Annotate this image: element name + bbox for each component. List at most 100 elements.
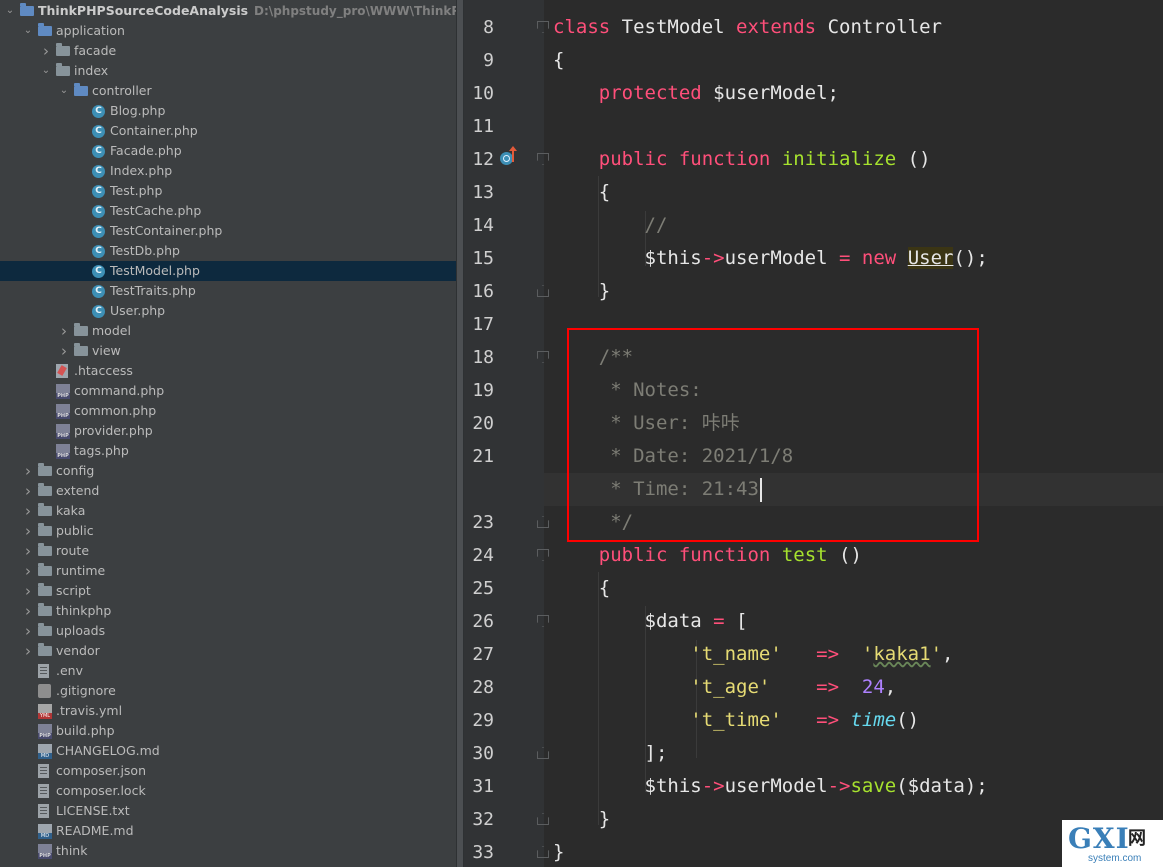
line-number: 14	[472, 215, 494, 236]
chevron-right-icon[interactable]: ›	[40, 41, 52, 61]
tree-file-item[interactable]: composer.json	[0, 761, 456, 781]
chevron-right-icon[interactable]: ›	[22, 641, 34, 661]
fold-open-icon[interactable]	[537, 615, 549, 627]
code-line[interactable]: }	[553, 275, 610, 308]
tree-folder-item[interactable]: › model	[0, 321, 456, 341]
code-line[interactable]: }	[553, 803, 610, 836]
fold-open-icon[interactable]	[537, 21, 549, 33]
up-arrow-icon[interactable]	[509, 146, 517, 162]
tree-folder-item[interactable]: › extend	[0, 481, 456, 501]
tree-file-item[interactable]: common.php	[0, 401, 456, 421]
chevron-right-icon[interactable]: ›	[22, 601, 34, 621]
chevron-right-icon[interactable]: ›	[22, 621, 34, 641]
line-number: 21	[472, 446, 494, 467]
tree-folder-item[interactable]: › route	[0, 541, 456, 561]
tree-folder-item[interactable]: ⌄ application	[0, 21, 456, 41]
tree-folder-item[interactable]: › thinkphp	[0, 601, 456, 621]
tree-file-item[interactable]: think	[0, 841, 456, 861]
chevron-down-icon[interactable]: ⌄	[40, 61, 52, 81]
tree-file-item[interactable]: C TestContainer.php	[0, 221, 456, 241]
tree-folder-item[interactable]: › kaka	[0, 501, 456, 521]
code-line[interactable]: public function initialize ()	[553, 143, 931, 176]
chevron-right-icon[interactable]: ›	[58, 341, 70, 361]
chevron-right-icon[interactable]: ›	[22, 461, 34, 481]
tree-folder-item[interactable]: › public	[0, 521, 456, 541]
tree-file-item[interactable]: C TestTraits.php	[0, 281, 456, 301]
tree-scrollbar[interactable]	[457, 0, 463, 867]
chevron-down-icon[interactable]: ⌄	[22, 21, 34, 41]
fold-close-icon[interactable]	[537, 813, 549, 825]
fold-close-icon[interactable]	[537, 516, 549, 528]
tree-item-label: TestDb.php	[110, 243, 180, 258]
tree-item-label: command.php	[74, 383, 165, 398]
code-line[interactable]: 't_name' => 'kaka1',	[553, 638, 953, 671]
code-line[interactable]: {	[553, 44, 564, 77]
chevron-right-icon[interactable]: ›	[22, 541, 34, 561]
tree-file-item[interactable]: composer.lock	[0, 781, 456, 801]
tree-file-item[interactable]: C Blog.php	[0, 101, 456, 121]
fold-close-icon[interactable]	[537, 846, 549, 858]
tree-folder-item[interactable]: › config	[0, 461, 456, 481]
tree-file-item[interactable]: C Facade.php	[0, 141, 456, 161]
tree-folder-item[interactable]: › facade	[0, 41, 456, 61]
project-path: D:\phpstudy_pro\WWW\ThinkPHPSourceC	[254, 4, 456, 18]
code-line[interactable]: public function test ()	[553, 539, 862, 572]
tree-file-item[interactable]: C Test.php	[0, 181, 456, 201]
chevron-right-icon[interactable]: ›	[22, 481, 34, 501]
code-line[interactable]: $this->userModel->save($data);	[553, 770, 988, 803]
code-line[interactable]: class TestModel extends Controller	[553, 11, 942, 44]
tree-file-item[interactable]: C Container.php	[0, 121, 456, 141]
code-line[interactable]: protected $userModel;	[553, 77, 839, 110]
chevron-right-icon[interactable]: ›	[22, 501, 34, 521]
tree-folder-item[interactable]: ⌄ controller	[0, 81, 456, 101]
tree-folder-item[interactable]: › view	[0, 341, 456, 361]
code-line[interactable]: {	[553, 572, 610, 605]
code-line[interactable]: //	[553, 209, 668, 242]
tree-folder-item[interactable]: ⌄ index	[0, 61, 456, 81]
fold-open-icon[interactable]	[537, 153, 549, 165]
tree-folder-item[interactable]: › runtime	[0, 561, 456, 581]
tree-file-item[interactable]: .travis.yml	[0, 701, 456, 721]
chevron-right-icon[interactable]: ›	[22, 561, 34, 581]
line-number: 29	[472, 710, 494, 731]
code-line[interactable]: $data = [	[553, 605, 748, 638]
php-class-icon: C	[92, 205, 105, 218]
tree-file-item[interactable]: .gitignore	[0, 681, 456, 701]
tree-file-item[interactable]: C TestDb.php	[0, 241, 456, 261]
tree-file-item[interactable]: C Index.php	[0, 161, 456, 181]
tree-file-item[interactable]: .htaccess	[0, 361, 456, 381]
chevron-right-icon[interactable]: ›	[22, 521, 34, 541]
tree-file-item[interactable]: .env	[0, 661, 456, 681]
tree-folder-item[interactable]: › script	[0, 581, 456, 601]
chevron-down-icon[interactable]: ⌄	[4, 1, 16, 21]
tree-file-item[interactable]: README.md	[0, 821, 456, 841]
tree-folder-item[interactable]: ⌄ ThinkPHPSourceCodeAnalysis D:\phpstudy_p…	[0, 1, 456, 21]
tree-file-item[interactable]: C TestCache.php	[0, 201, 456, 221]
fold-close-icon[interactable]	[537, 747, 549, 759]
code-line[interactable]: 't_time' => time()	[553, 704, 919, 737]
tree-folder-item[interactable]: › uploads	[0, 621, 456, 641]
tree-file-item[interactable]: build.php	[0, 721, 456, 741]
tree-file-item[interactable]: tags.php	[0, 441, 456, 461]
tree-file-item[interactable]: C User.php	[0, 301, 456, 321]
chevron-right-icon[interactable]: ›	[22, 581, 34, 601]
php-class-icon: C	[92, 305, 105, 318]
code-line[interactable]: ];	[553, 737, 668, 770]
tree-file-item[interactable]: command.php	[0, 381, 456, 401]
chevron-down-icon[interactable]: ⌄	[58, 81, 70, 101]
fold-open-icon[interactable]	[537, 351, 549, 363]
code-line[interactable]: $this->userModel = new User();	[553, 242, 988, 275]
tree-file-item[interactable]: LICENSE.txt	[0, 801, 456, 821]
chevron-right-icon[interactable]: ›	[58, 321, 70, 341]
fold-open-icon[interactable]	[537, 549, 549, 561]
code-line[interactable]: }	[553, 836, 564, 867]
tree-file-item[interactable]: provider.php	[0, 421, 456, 441]
code-line[interactable]: 't_age' => 24,	[553, 671, 896, 704]
tree-file-item[interactable]: C TestModel.php	[0, 261, 456, 281]
fold-close-icon[interactable]	[537, 285, 549, 297]
tree-folder-item[interactable]: › vendor	[0, 641, 456, 661]
tree-file-item[interactable]: CHANGELOG.md	[0, 741, 456, 761]
code-line[interactable]: {	[553, 176, 610, 209]
